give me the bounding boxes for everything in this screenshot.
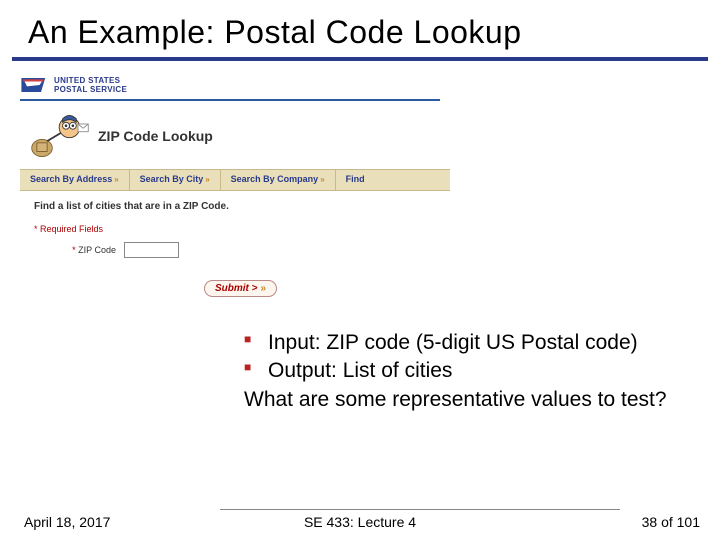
slide-content: Input: ZIP code (5-digit US Postal code)… bbox=[240, 330, 700, 413]
required-note: * Required Fields bbox=[34, 224, 450, 234]
usps-screenshot: UNITED STATES POSTAL SERVICE ZIP Code Lo… bbox=[0, 69, 450, 297]
tab-search-address[interactable]: Search By Address» bbox=[20, 170, 130, 190]
zip-input[interactable] bbox=[124, 242, 179, 258]
submit-button[interactable]: Submit >» bbox=[204, 280, 277, 297]
tab-search-city[interactable]: Search By City» bbox=[130, 170, 221, 190]
tab-label: Find bbox=[346, 174, 365, 184]
usps-text-2: POSTAL SERVICE bbox=[54, 85, 127, 94]
usps-header: UNITED STATES POSTAL SERVICE bbox=[0, 69, 450, 99]
bullet-output: Output: List of cities bbox=[268, 358, 700, 384]
form-instruction: Find a list of cities that are in a ZIP … bbox=[34, 201, 450, 212]
slide-title: An Example: Postal Code Lookup bbox=[0, 0, 720, 57]
bullet-input: Input: ZIP code (5-digit US Postal code) bbox=[268, 330, 700, 356]
eagle-icon bbox=[20, 75, 48, 95]
tab-label: Search By City bbox=[140, 174, 204, 184]
submit-label: Submit > bbox=[215, 283, 258, 294]
zip-field-row: * ZIP Code bbox=[34, 242, 450, 258]
footer-page: 38 of 101 bbox=[642, 514, 700, 530]
usps-logo: UNITED STATES POSTAL SERVICE bbox=[20, 75, 127, 95]
chevron-icon: » bbox=[114, 175, 118, 184]
chevron-icon: » bbox=[320, 175, 324, 184]
footer-rule bbox=[220, 509, 620, 510]
zip-label: * ZIP Code bbox=[34, 245, 124, 255]
tab-label: Search By Company bbox=[231, 174, 319, 184]
lookup-title: ZIP Code Lookup bbox=[98, 128, 213, 144]
usps-text-1: UNITED STATES bbox=[54, 76, 127, 85]
footer-center: SE 433: Lecture 4 bbox=[0, 514, 720, 530]
mascot-icon bbox=[30, 111, 90, 161]
tab-find[interactable]: Find bbox=[336, 170, 375, 190]
followup-question: What are some representative values to t… bbox=[240, 387, 700, 413]
form-area: Find a list of cities that are in a ZIP … bbox=[0, 191, 450, 297]
title-underline bbox=[12, 57, 708, 61]
chevron-icon: » bbox=[205, 175, 209, 184]
lookup-header: ZIP Code Lookup bbox=[0, 101, 450, 169]
tab-search-company[interactable]: Search By Company» bbox=[221, 170, 336, 190]
chevron-icon: » bbox=[261, 283, 267, 294]
tabs: Search By Address» Search By City» Searc… bbox=[20, 169, 450, 191]
tab-label: Search By Address bbox=[30, 174, 112, 184]
